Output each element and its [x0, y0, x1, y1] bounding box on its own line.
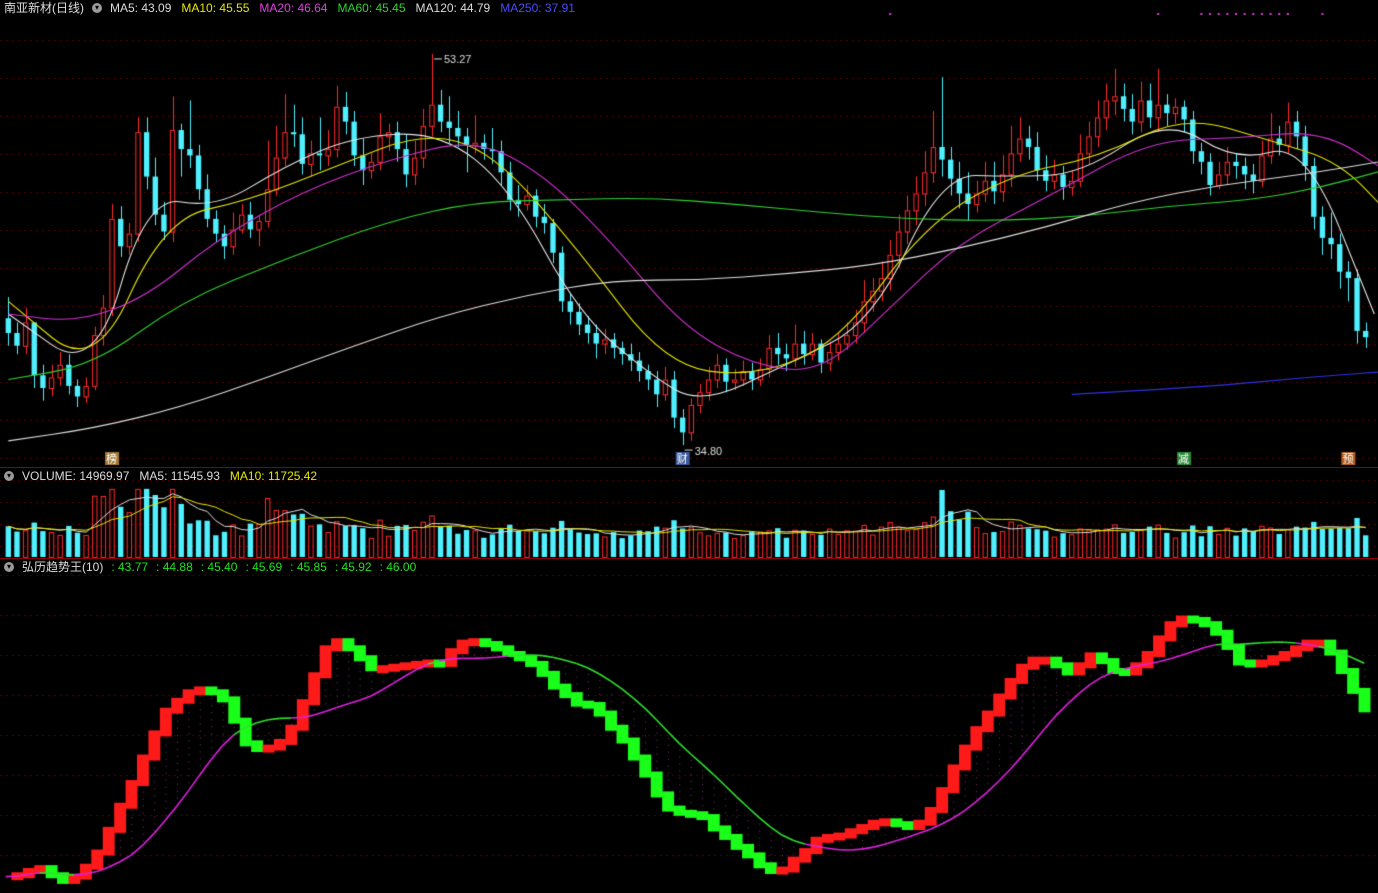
volume-indicator-2: MA10: 11725.42 [229, 469, 318, 483]
ma-indicator-list: MA5: 43.09 MA10: 45.55 MA20: 46.64 MA60: 45… [110, 0, 575, 16]
volume-indicator-0: VOLUME: 14969.97 [22, 469, 130, 483]
chevron-down-icon[interactable]: ▾ [92, 3, 102, 13]
ma-indicator-0: MA5: 43.09 [110, 1, 172, 15]
volume-panel-header: ▾ VOLUME: 14969.97 MA5: 11545.93 MA10: 117… [4, 468, 317, 484]
ma-indicator-2: MA20: 46.64 [259, 1, 328, 15]
chevron-down-icon[interactable]: ▾ [4, 471, 14, 481]
indicator-value-6: : 46.00 [379, 560, 417, 574]
indicator-value-2: : 45.40 [200, 560, 238, 574]
ma-indicator-3: MA60: 45.45 [337, 1, 406, 15]
indicator-value-list: : 43.77 : 44.88 : 45.40 : 45.69 : 45.85 : 45.… [111, 559, 416, 575]
indicator-value-5: : 45.92 [334, 560, 372, 574]
stock-title[interactable]: 南亚新材(日线) [4, 0, 84, 16]
indicator-value-0: : 43.77 [111, 560, 149, 574]
volume-indicator-list: VOLUME: 14969.97 MA5: 11545.93 MA10: 11725… [22, 468, 317, 484]
ma-indicator-5: MA250: 37.91 [500, 1, 575, 15]
indicator-value-3: : 45.69 [245, 560, 283, 574]
indicator-title[interactable]: 弘历趋势王(10) [22, 559, 103, 575]
ma-indicator-1: MA10: 45.55 [181, 1, 250, 15]
volume-indicator-1: MA5: 11545.93 [139, 469, 220, 483]
indicator-value-1: : 44.88 [156, 560, 193, 574]
indicator-value-4: : 45.85 [290, 560, 327, 574]
stock-chart-canvas[interactable] [0, 0, 1378, 893]
ma-indicator-4: MA120: 44.79 [415, 1, 491, 15]
main-panel-header: 南亚新材(日线) ▾ MA5: 43.09 MA10: 45.55 MA20: 46… [4, 0, 575, 16]
indicator-panel-header: ▾ 弘历趋势王(10) : 43.77 : 44.88 : 45.40 : 45.69… [4, 559, 416, 575]
chevron-down-icon[interactable]: ▾ [4, 562, 14, 572]
